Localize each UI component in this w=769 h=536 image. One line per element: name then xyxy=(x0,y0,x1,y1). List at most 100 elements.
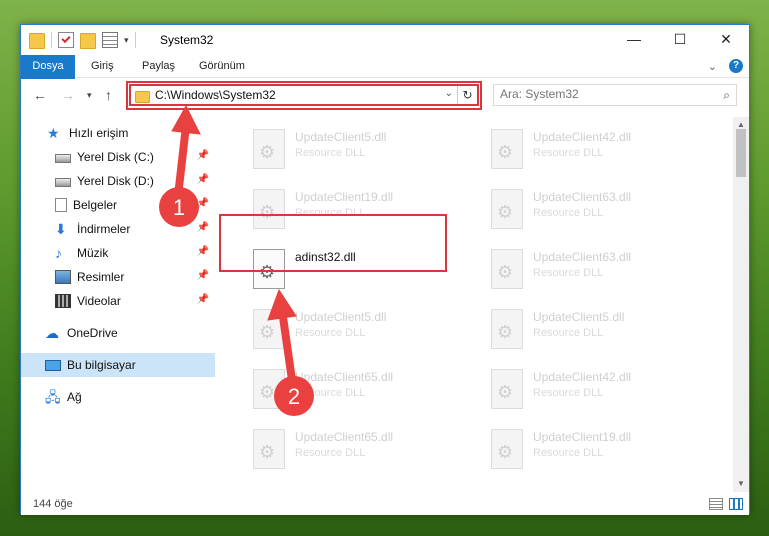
file-type: Resource DLL xyxy=(533,327,604,339)
disk-icon xyxy=(55,178,71,187)
divider xyxy=(134,32,136,48)
nav-item-downloads[interactable]: ⬇ İndirmeler 📌 xyxy=(21,217,215,241)
properties-check-icon[interactable] xyxy=(58,32,74,48)
search-icon[interactable]: ⌕ xyxy=(723,88,730,103)
file-item[interactable]: UpdateClient42.dll Resource DLL xyxy=(483,365,713,419)
recent-chevron-icon[interactable]: ▾ xyxy=(87,90,92,101)
nav-item-disk-d[interactable]: Yerel Disk (D:) 📌 xyxy=(21,169,215,193)
file-type: Resource DLL xyxy=(533,147,604,159)
dll-file-icon xyxy=(491,189,523,229)
dll-file-icon xyxy=(253,129,285,169)
view-switcher xyxy=(709,498,743,510)
folder-icon xyxy=(29,33,45,49)
vertical-scrollbar[interactable]: ▲ ▼ xyxy=(733,117,749,492)
details-view-icon[interactable] xyxy=(709,498,723,510)
pin-icon[interactable]: 📌 xyxy=(197,198,209,209)
customize-icon[interactable] xyxy=(102,32,118,48)
address-row: ← → ▾ ↑ C:\Windows\System32 ⌄ ↻ ⌕ xyxy=(21,79,749,113)
nav-item-disk-c[interactable]: Yerel Disk (C:) 📌 xyxy=(21,145,215,169)
cloud-icon: ☁ xyxy=(45,325,59,341)
nav-label: İndirmeler xyxy=(77,222,131,236)
nav-label: Videolar xyxy=(77,294,121,308)
nav-quick-access[interactable]: ★ Hızlı erişim xyxy=(21,121,215,145)
file-item[interactable]: UpdateClient63.dll Resource DLL xyxy=(483,245,713,299)
dll-file-icon xyxy=(491,129,523,169)
network-icon: 🖧 xyxy=(45,389,61,405)
divider xyxy=(51,32,52,48)
dll-file-icon xyxy=(491,429,523,469)
nav-item-this-pc[interactable]: Bu bilgisayar xyxy=(21,353,215,377)
minimize-icon: — xyxy=(627,31,641,47)
file-name: UpdateClient65.dll xyxy=(295,430,394,444)
up-arrow-icon[interactable]: ↑ xyxy=(105,87,112,103)
highlight-box-file xyxy=(219,214,447,272)
window-controls: — ☐ ✕ xyxy=(611,25,749,53)
nav-label: Resimler xyxy=(77,270,125,284)
expand-ribbon-icon[interactable]: ⌄ xyxy=(708,60,717,73)
refresh-icon[interactable]: ↻ xyxy=(457,86,477,104)
scroll-down-icon[interactable]: ▼ xyxy=(733,476,749,492)
maximize-button[interactable]: ☐ xyxy=(657,25,703,53)
tiles-view-icon[interactable] xyxy=(729,498,743,510)
pin-icon[interactable]: 📌 xyxy=(197,150,209,161)
ribbon-tabs: Dosya Giriş Paylaş Görünüm ⌄ ? xyxy=(21,55,749,109)
file-item[interactable]: UpdateClient42.dll Resource DLL xyxy=(483,125,713,179)
file-item[interactable]: UpdateClient19.dll Resource DLL xyxy=(483,425,713,479)
new-folder-icon[interactable] xyxy=(80,33,96,49)
nav-label: Bu bilgisayar xyxy=(67,358,136,372)
nav-item-pictures[interactable]: Resimler 📌 xyxy=(21,265,215,289)
pin-icon[interactable]: 📌 xyxy=(197,222,209,233)
address-bar[interactable]: C:\Windows\System32 ⌄ ↻ xyxy=(129,84,479,106)
document-icon xyxy=(55,198,67,212)
file-name: UpdateClient65.dll xyxy=(295,370,394,384)
address-dropdown-icon[interactable]: ⌄ xyxy=(445,88,453,99)
search-box[interactable]: ⌕ xyxy=(493,84,737,106)
address-path[interactable]: C:\Windows\System32 xyxy=(155,88,276,102)
file-item[interactable]: UpdateClient65.dll Resource DLL xyxy=(245,365,475,419)
file-name: UpdateClient19.dll xyxy=(295,190,394,204)
tab-view[interactable]: Görünüm xyxy=(189,55,255,78)
tab-share[interactable]: Paylaş xyxy=(132,55,185,78)
search-input[interactable] xyxy=(500,87,700,101)
tab-home[interactable]: Giriş xyxy=(81,55,124,78)
minimize-button[interactable]: — xyxy=(611,25,657,53)
file-item[interactable]: UpdateClient5.dll Resource DLL xyxy=(245,305,475,359)
file-name: UpdateClient42.dll xyxy=(533,370,632,384)
file-type: Resource DLL xyxy=(533,447,604,459)
dll-file-icon xyxy=(491,309,523,349)
close-button[interactable]: ✕ xyxy=(703,25,749,53)
nav-item-onedrive[interactable]: ☁ OneDrive xyxy=(21,321,215,345)
back-arrow-icon[interactable]: ← xyxy=(33,87,47,103)
download-icon: ⬇ xyxy=(55,221,67,237)
nav-label: Belgeler xyxy=(73,198,118,212)
pin-icon[interactable]: 📌 xyxy=(197,270,209,281)
maximize-icon: ☐ xyxy=(673,30,687,47)
file-item[interactable]: UpdateClient65.dll Resource DLL xyxy=(245,425,475,479)
file-item[interactable]: UpdateClient63.dll Resource DLL xyxy=(483,185,713,239)
file-type: Resource DLL xyxy=(533,207,604,219)
forward-arrow-icon[interactable]: → xyxy=(61,87,75,103)
file-item[interactable]: UpdateClient5.dll Resource DLL xyxy=(483,305,713,359)
navigation-pane: ★ Hızlı erişim Yerel Disk (C:) 📌 Yerel D… xyxy=(21,117,215,492)
chevron-down-icon[interactable]: ▾ xyxy=(124,35,129,46)
pin-icon[interactable]: 📌 xyxy=(197,174,209,185)
nav-label: Yerel Disk (D:) xyxy=(77,174,154,188)
file-item[interactable]: UpdateClient5.dll Resource DLL xyxy=(245,125,475,179)
folder-icon xyxy=(135,91,150,103)
pin-icon[interactable]: 📌 xyxy=(197,294,209,305)
dll-file-icon xyxy=(253,429,285,469)
scroll-thumb[interactable] xyxy=(736,129,746,177)
nav-label: Müzik xyxy=(77,246,109,260)
dll-file-icon xyxy=(253,309,285,349)
file-name: UpdateClient63.dll xyxy=(533,250,632,264)
quick-access-toolbar: ▾ xyxy=(29,31,136,49)
file-name: UpdateClient5.dll xyxy=(533,310,625,324)
nav-item-videos[interactable]: Videolar 📌 xyxy=(21,289,215,313)
dll-file-icon xyxy=(491,369,523,409)
pin-icon[interactable]: 📌 xyxy=(197,246,209,257)
nav-item-documents[interactable]: Belgeler 📌 xyxy=(21,193,215,217)
pictures-icon xyxy=(55,270,71,284)
nav-item-music[interactable]: ♪ Müzik 📌 xyxy=(21,241,215,265)
nav-item-network[interactable]: 🖧 Ağ xyxy=(21,385,215,409)
help-icon[interactable]: ? xyxy=(729,59,743,73)
